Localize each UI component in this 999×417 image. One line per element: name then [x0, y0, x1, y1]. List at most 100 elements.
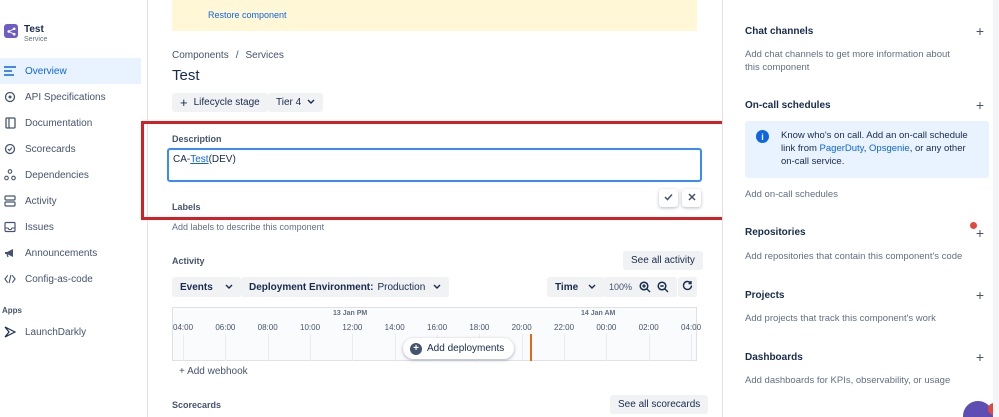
repositories-heading: Repositories	[745, 227, 806, 238]
labels-placeholder[interactable]: Add labels to describe this component	[172, 222, 324, 232]
breadcrumb: Components / Services	[172, 50, 284, 61]
sidebar-item-config-as-code[interactable]: Config-as-code	[0, 266, 148, 292]
timeline-hour-label: 04:00	[681, 323, 702, 332]
dependency-icon	[4, 169, 16, 181]
sidebar-item-label: API Specifications	[25, 91, 106, 103]
page-title: Test	[172, 67, 200, 84]
timeline-hour-label: 10:00	[300, 323, 321, 332]
description-field[interactable]: CA-Test(DEV)	[167, 148, 702, 182]
apps-heading: Apps	[2, 306, 22, 315]
sidebar-item-label: Issues	[25, 221, 54, 233]
repositories-text: Add repositories that contain this compo…	[745, 251, 963, 262]
breadcrumb-components[interactable]: Components	[172, 50, 229, 61]
restore-component-link[interactable]: Restore component	[208, 10, 287, 20]
description-link[interactable]: Test	[190, 154, 208, 165]
add-webhook-button[interactable]: + Add webhook	[179, 366, 248, 377]
tier-dropdown[interactable]: Tier 4	[268, 93, 324, 112]
sidebar-item-launchdarkly[interactable]: LaunchDarkly	[0, 319, 148, 345]
lifecycle-stage-button[interactable]: + Lifecycle stage	[172, 93, 268, 112]
sidebar-item-overview[interactable]: Overview	[0, 58, 141, 84]
add-dashboard-icon[interactable]: +	[973, 349, 987, 365]
description-suffix: (DEV)	[208, 154, 236, 165]
plus-icon: +	[179, 366, 185, 377]
environment-filter[interactable]: Deployment Environment: Production	[241, 277, 450, 297]
events-filter[interactable]: Events	[172, 277, 241, 297]
info-icon: i	[756, 130, 769, 143]
timeline-tick	[606, 334, 608, 361]
timeline-tick	[564, 334, 565, 361]
add-repository-icon[interactable]: +	[973, 225, 987, 241]
api-icon	[4, 91, 16, 103]
overview-icon	[4, 65, 16, 77]
zoom-out-icon[interactable]	[655, 279, 671, 295]
right-panel: Chat channels + Add chat channels to get…	[722, 0, 999, 417]
timeline-day-label: 14 Jan AM	[581, 310, 616, 317]
app-header: Test Service	[4, 24, 47, 44]
see-all-scorecards-button[interactable]: See all scorecards	[610, 395, 709, 414]
add-project-icon[interactable]: +	[973, 287, 987, 303]
sidebar-item-api-specifications[interactable]: API Specifications	[0, 84, 148, 110]
events-filter-label: Events	[180, 281, 213, 293]
environment-filter-value: Production	[377, 281, 426, 293]
activity-timeline[interactable]: 13 Jan PM 14 Jan AM 04:00 06:00 08:00 10:00…	[172, 307, 701, 361]
sidebar-item-dependencies[interactable]: Dependencies	[0, 162, 148, 188]
sidebar-nav: Overview API Specifications Documentatio…	[0, 58, 148, 292]
time-filter-label: Time	[555, 281, 579, 293]
zoom-level: 100%	[609, 282, 633, 292]
confirm-button[interactable]	[659, 189, 678, 207]
plus-icon: +	[180, 94, 188, 110]
cancel-button[interactable]	[682, 189, 701, 207]
zoom-in-icon[interactable]	[637, 279, 653, 295]
labels-heading: Labels	[172, 202, 201, 212]
time-filter[interactable]: Time	[547, 277, 605, 297]
sidebar-item-documentation[interactable]: Documentation	[0, 110, 148, 136]
reset-zoom-button[interactable]	[678, 277, 697, 297]
timeline-tick	[521, 334, 523, 361]
close-icon	[687, 192, 696, 204]
on-call-info-box: i Know who's on call. Add an on-call sch…	[745, 121, 989, 178]
add-webhook-label: Add webhook	[187, 366, 248, 377]
add-chat-channel-icon[interactable]: +	[973, 23, 987, 39]
pagerduty-link[interactable]: PagerDuty	[820, 143, 864, 154]
see-all-activity-label: See all activity	[631, 255, 695, 266]
sidebar-item-label: Config-as-code	[25, 273, 93, 285]
opsgenie-link[interactable]: Opsgenie	[869, 143, 910, 154]
code-icon	[4, 273, 16, 285]
sidebar-item-label: Activity	[25, 195, 57, 207]
timeline-tick	[267, 334, 269, 361]
timeline-hour-label: 04:00	[173, 323, 194, 332]
timeline-hour-label: 16:00	[427, 323, 448, 332]
sidebar-item-label: Dependencies	[25, 169, 89, 181]
breadcrumb-services[interactable]: Services	[245, 50, 283, 61]
sidebar-item-label: Overview	[25, 65, 67, 77]
main-content: Restore component Components / Services …	[148, 0, 722, 417]
tier-label: Tier 4	[276, 97, 302, 108]
add-on-call-link[interactable]: Add on-call schedules	[745, 188, 967, 201]
sidebar-item-scorecards[interactable]: Scorecards	[0, 136, 148, 162]
sidebar-item-label: Scorecards	[25, 143, 76, 155]
on-call-info-text: Know who's on call. Add an on-call sched…	[781, 129, 981, 168]
sidebar-item-announcements[interactable]: Announcements	[0, 240, 148, 266]
timeline-hour-label: 14:00	[384, 323, 405, 332]
environment-filter-label: Deployment Environment:	[249, 281, 374, 293]
timeline-tick	[225, 334, 227, 361]
projects-heading: Projects	[745, 290, 785, 301]
chevron-down-icon	[307, 97, 315, 108]
sidebar: Test Service Overview API Specifications…	[0, 0, 148, 417]
timeline-hour-label: 06:00	[215, 323, 236, 332]
description-label: Description	[172, 134, 222, 144]
add-deployments-button[interactable]: + Add deployments	[403, 338, 515, 359]
launchdarkly-icon	[4, 326, 16, 338]
timeline-hour-label: 00:00	[596, 323, 617, 332]
see-all-activity-button[interactable]: See all activity	[623, 251, 703, 270]
issues-icon	[4, 221, 16, 233]
chevron-down-icon	[588, 282, 596, 293]
scrollbar[interactable]	[993, 0, 999, 417]
timeline-hour-label: 12:00	[342, 323, 363, 332]
service-icon	[4, 24, 18, 38]
sidebar-item-activity[interactable]: Activity	[0, 188, 148, 214]
add-on-call-icon[interactable]: +	[973, 97, 987, 113]
sidebar-item-issues[interactable]: Issues	[0, 214, 148, 240]
activity-heading: Activity	[172, 256, 205, 266]
sidebar-item-label: Documentation	[25, 117, 93, 129]
